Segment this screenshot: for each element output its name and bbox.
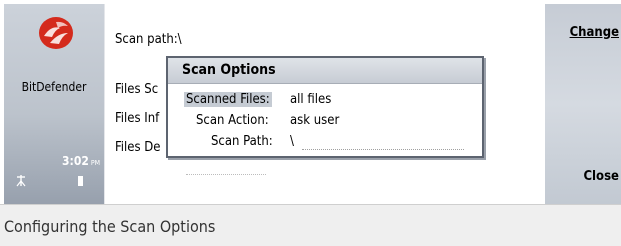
clock-time: 3:02: [62, 154, 89, 168]
files-deleted-line: Files De: [115, 140, 161, 155]
battery-icon: [78, 176, 83, 186]
scan-path-line: Scan path:\: [115, 32, 182, 47]
dialog-title: Scan Options: [168, 58, 482, 84]
divider: [186, 174, 266, 175]
bitdefender-logo-icon: [39, 17, 73, 49]
caption-bar: Configuring the Scan Options: [0, 204, 621, 246]
change-softkey[interactable]: Change: [570, 25, 619, 40]
app-name: BitDefender: [21, 80, 87, 94]
scan-path-value[interactable]: \: [290, 134, 294, 149]
files-infected-line: Files Inf: [115, 111, 160, 126]
caption-text: Configuring the Scan Options: [4, 217, 216, 236]
files-scanned-line: Files Sc: [115, 82, 159, 97]
scan-action-label[interactable]: Scan Action:: [196, 113, 269, 128]
scan-options-dialog: Scan Options Scanned Files: all files Sc…: [166, 56, 484, 158]
scan-path-label[interactable]: Scan Path:: [211, 134, 273, 149]
softkey-panel: Change Close: [545, 4, 621, 204]
phone-screen: BitDefender 3:02 PM Scan path:\ Files Sc …: [4, 4, 621, 204]
scanned-files-value[interactable]: all files: [290, 92, 331, 107]
scan-path-field-underline: [302, 149, 464, 150]
clock: 3:02 PM: [62, 154, 100, 168]
app-sidebar: BitDefender 3:02 PM: [4, 4, 104, 204]
scanned-files-label[interactable]: Scanned Files:: [184, 92, 272, 107]
clock-ampm: PM: [90, 159, 101, 167]
close-softkey[interactable]: Close: [583, 169, 619, 184]
signal-antenna-icon: [16, 175, 26, 187]
scan-action-value[interactable]: ask user: [290, 113, 339, 128]
